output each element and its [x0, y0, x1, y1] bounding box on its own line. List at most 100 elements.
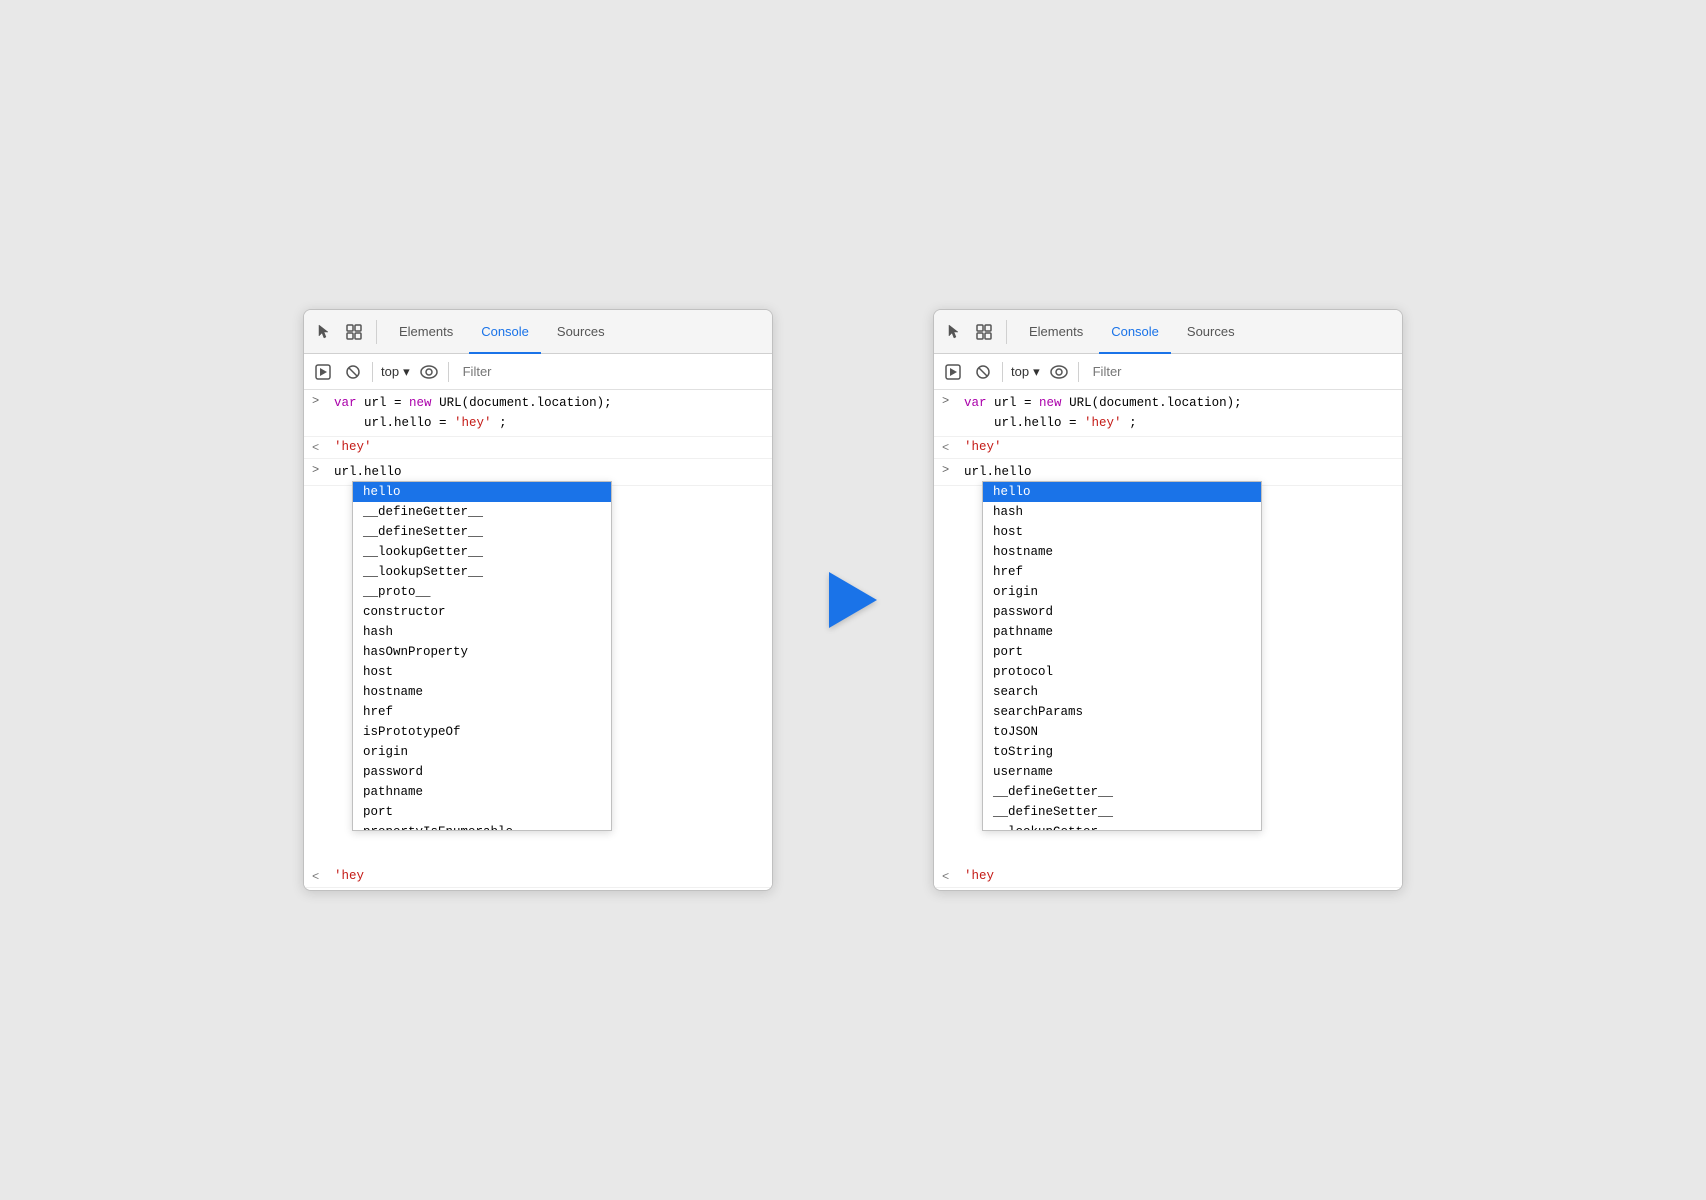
autocomplete-item-16-left[interactable]: propertyIsEnumerable — [353, 822, 611, 831]
autocomplete-item-r13[interactable]: username — [983, 762, 1261, 782]
prompt-input-2-left: > — [312, 462, 326, 477]
autocomplete-item-0-left[interactable]: __defineGetter__ — [353, 502, 611, 522]
code-block-2-right: url.hello — [964, 462, 1394, 482]
dropdown-arrow-icon-right: ▾ — [1033, 364, 1040, 380]
autocomplete-item-r1[interactable]: host — [983, 522, 1261, 542]
autocomplete-item-5-left[interactable]: constructor — [353, 602, 611, 622]
console-output-partial-left: < 'hey — [304, 866, 772, 888]
right-toolbar: top ▾ — [934, 354, 1402, 390]
inspect-icon[interactable] — [342, 320, 366, 344]
autocomplete-item-r15[interactable]: __defineSetter__ — [983, 802, 1261, 822]
code-block-1-right: var url = new URL(document.location); ur… — [964, 393, 1394, 433]
autocomplete-item-r14[interactable]: __defineGetter__ — [983, 782, 1261, 802]
tab-sources-left[interactable]: Sources — [545, 310, 617, 354]
partial-hey-right: 'hey — [964, 869, 994, 883]
run-icon[interactable] — [312, 361, 334, 383]
autocomplete-item-hello-right[interactable]: hello — [983, 482, 1261, 502]
console-input-1-right: > var url = new URL(document.location); … — [934, 390, 1402, 437]
output-hey-1-right: 'hey' — [964, 440, 1002, 454]
page-container: Elements Console Sources — [303, 309, 1403, 891]
autocomplete-item-11-left[interactable]: isPrototypeOf — [353, 722, 611, 742]
tab-elements-left[interactable]: Elements — [387, 310, 465, 354]
autocomplete-item-r6[interactable]: pathname — [983, 622, 1261, 642]
autocomplete-item-r8[interactable]: protocol — [983, 662, 1261, 682]
console-output-1-right: < 'hey' — [934, 437, 1402, 459]
code-line-1a-left: var url = new URL(document.location); — [334, 393, 764, 413]
tab-elements-right[interactable]: Elements — [1017, 310, 1095, 354]
code-line-2-right: url.hello — [964, 462, 1394, 482]
output-hey-1-left: 'hey' — [334, 440, 372, 454]
autocomplete-item-r10[interactable]: searchParams — [983, 702, 1261, 722]
run-icon-right[interactable] — [942, 361, 964, 383]
prompt-output-1-left: < — [312, 440, 326, 455]
console-input-1-left: > var url = new URL(document.location); … — [304, 390, 772, 437]
clear-icon-right[interactable] — [972, 361, 994, 383]
autocomplete-item-r2[interactable]: hostname — [983, 542, 1261, 562]
autocomplete-item-3-left[interactable]: __lookupSetter__ — [353, 562, 611, 582]
autocomplete-item-hello-left[interactable]: hello — [353, 482, 611, 502]
code-block-2-left: url.hello — [334, 462, 764, 482]
left-tab-icons — [312, 320, 377, 344]
context-dropdown-right[interactable]: top ▾ — [1011, 364, 1040, 380]
autocomplete-item-r3[interactable]: href — [983, 562, 1261, 582]
console-input-2-right: > url.hello hello hash host hostname hre… — [934, 459, 1402, 486]
prompt-partial-right: < — [942, 869, 956, 884]
left-devtools-panel: Elements Console Sources — [303, 309, 773, 891]
autocomplete-item-2-left[interactable]: __lookupGetter__ — [353, 542, 611, 562]
toolbar-divider2-left — [448, 362, 449, 382]
tab-sources-right[interactable]: Sources — [1175, 310, 1247, 354]
autocomplete-item-13-left[interactable]: password — [353, 762, 611, 782]
autocomplete-item-r7[interactable]: port — [983, 642, 1261, 662]
prompt-output-1-right: < — [942, 440, 956, 455]
cursor-icon-right[interactable] — [942, 320, 966, 344]
right-tab-icons — [942, 320, 1007, 344]
console-output-partial-right: < 'hey — [934, 866, 1402, 888]
autocomplete-item-r11[interactable]: toJSON — [983, 722, 1261, 742]
filter-input-left[interactable] — [457, 362, 764, 381]
context-dropdown-left[interactable]: top ▾ — [381, 364, 410, 380]
autocomplete-item-r12[interactable]: toString — [983, 742, 1261, 762]
filter-input-right[interactable] — [1087, 362, 1394, 381]
autocomplete-item-14-left[interactable]: pathname — [353, 782, 611, 802]
autocomplete-item-1-left[interactable]: __defineSetter__ — [353, 522, 611, 542]
autocomplete-item-r9[interactable]: search — [983, 682, 1261, 702]
prompt-input-1-right: > — [942, 393, 956, 408]
left-console-content: > var url = new URL(document.location); … — [304, 390, 772, 890]
autocomplete-item-12-left[interactable]: origin — [353, 742, 611, 762]
autocomplete-item-8-left[interactable]: host — [353, 662, 611, 682]
code-line-1b-right: url.hello = 'hey' ; — [964, 413, 1394, 433]
code-line-2-left: url.hello — [334, 462, 764, 482]
autocomplete-item-10-left[interactable]: href — [353, 702, 611, 722]
direction-arrow — [813, 572, 893, 628]
autocomplete-item-7-left[interactable]: hasOwnProperty — [353, 642, 611, 662]
tab-console-left[interactable]: Console — [469, 310, 541, 354]
autocomplete-item-r16[interactable]: __lookupGetter__ — [983, 822, 1261, 831]
code-line-1b-left: url.hello = 'hey' ; — [334, 413, 764, 433]
right-devtools-panel: Elements Console Sources — [933, 309, 1403, 891]
console-output-1-left: < 'hey' — [304, 437, 772, 459]
prompt-input-1-left: > — [312, 393, 326, 408]
code-line-1a-right: var url = new URL(document.location); — [964, 393, 1394, 413]
autocomplete-item-4-left[interactable]: __proto__ — [353, 582, 611, 602]
left-tab-bar: Elements Console Sources — [304, 310, 772, 354]
right-tab-bar: Elements Console Sources — [934, 310, 1402, 354]
eye-icon-right[interactable] — [1048, 361, 1070, 383]
autocomplete-item-r5[interactable]: password — [983, 602, 1261, 622]
autocomplete-dropdown-left: hello __defineGetter__ __defineSetter__ … — [352, 481, 612, 831]
tab-console-right[interactable]: Console — [1099, 310, 1171, 354]
clear-icon[interactable] — [342, 361, 364, 383]
autocomplete-item-r0[interactable]: hash — [983, 502, 1261, 522]
inspect-icon-right[interactable] — [972, 320, 996, 344]
dropdown-arrow-icon: ▾ — [403, 364, 410, 380]
eye-icon-left[interactable] — [418, 361, 440, 383]
cursor-icon[interactable] — [312, 320, 336, 344]
autocomplete-item-9-left[interactable]: hostname — [353, 682, 611, 702]
right-arrow-icon — [829, 572, 877, 628]
autocomplete-item-r4[interactable]: origin — [983, 582, 1261, 602]
left-toolbar: top ▾ — [304, 354, 772, 390]
autocomplete-dropdown-right: hello hash host hostname href origin pas… — [982, 481, 1262, 831]
toolbar-divider-left — [372, 362, 373, 382]
autocomplete-item-15-left[interactable]: port — [353, 802, 611, 822]
autocomplete-item-6-left[interactable]: hash — [353, 622, 611, 642]
code-block-1-left: var url = new URL(document.location); ur… — [334, 393, 764, 433]
